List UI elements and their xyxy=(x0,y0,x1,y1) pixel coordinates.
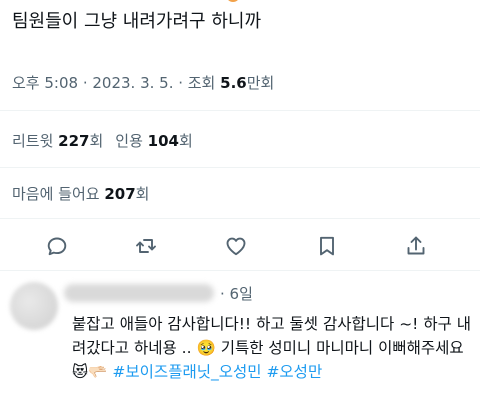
reply-text-part: 기특한 성미니 마니마니 이뻐해주세요 xyxy=(215,339,464,357)
likes-count: 207 xyxy=(104,185,136,203)
heart-icon xyxy=(226,237,246,256)
quotes-count: 104 xyxy=(147,132,179,150)
quotes-unit: 회 xyxy=(178,132,193,150)
reply-icon xyxy=(47,237,67,256)
retweets-stat[interactable]: 리트윗 227회 xyxy=(12,132,103,150)
tweet-meta: 오후 5:08 · 2023. 3. 5. · 조회 5.6만회 xyxy=(12,72,274,94)
divider xyxy=(0,218,480,219)
divider xyxy=(0,270,480,271)
retweet-icon xyxy=(136,239,156,253)
retweets-label: 리트윗 xyxy=(12,132,59,150)
share-icon xyxy=(407,236,425,255)
share-button[interactable] xyxy=(402,232,430,260)
tweet-text: 팀원들이 그냥 내려가려구 하니까 xyxy=(12,11,262,32)
views-unit: 만회 xyxy=(246,74,275,92)
reply-author-name[interactable] xyxy=(64,284,214,302)
quotes-label: 인용 xyxy=(115,132,148,150)
retweet-button[interactable] xyxy=(132,232,160,260)
tweet-timestamp[interactable]: 오후 5:08 · 2023. 3. 5. · 조회 xyxy=(12,74,220,92)
divider xyxy=(0,167,480,168)
profile-avatar-fragment xyxy=(226,0,240,2)
likes-stats[interactable]: 마음에 들어요 207회 xyxy=(12,183,149,205)
reply-timestamp[interactable]: · 6일 xyxy=(220,284,253,304)
retweets-count: 227 xyxy=(58,132,90,150)
hashtag-link[interactable]: #오성만 xyxy=(266,363,322,381)
pleading-face-emoji: 🥹 xyxy=(196,339,216,357)
tweet-detail-page: 팀원들이 그냥 내려가려구 하니까 오후 5:08 · 2023. 3. 5. … xyxy=(0,0,480,414)
reply-button[interactable] xyxy=(43,232,71,260)
tweet-action-bar xyxy=(0,228,480,264)
views-count[interactable]: 5.6 xyxy=(220,74,247,92)
hashtag-link[interactable]: #보이즈플래닛_오성민 xyxy=(112,363,261,381)
likes-label: 마음에 들어요 xyxy=(12,185,105,203)
heart-eyes-cat-emoji: 😻 xyxy=(72,363,89,381)
bookmark-button[interactable] xyxy=(313,232,341,260)
bookmark-icon xyxy=(320,236,334,256)
likes-unit: 회 xyxy=(135,185,150,203)
retweets-unit: 회 xyxy=(89,132,104,150)
retweet-quote-stats: 리트윗 227회 인용 104회 xyxy=(12,130,193,152)
reply-text: 붙잡고 애들아 감사합니다!! 하고 둘셋 감사합니다 ~! 하구 내려갔다고 … xyxy=(72,312,476,384)
divider xyxy=(0,110,480,111)
hand-emoji: 🫳🏻 xyxy=(88,363,108,381)
quotes-stat[interactable]: 인용 104회 xyxy=(115,132,193,150)
like-button[interactable] xyxy=(222,232,250,260)
reply-tweet[interactable]: · 6일 붙잡고 애들아 감사합니다!! 하고 둘셋 감사합니다 ~! 하구 내… xyxy=(0,276,480,414)
avatar[interactable] xyxy=(10,282,58,330)
